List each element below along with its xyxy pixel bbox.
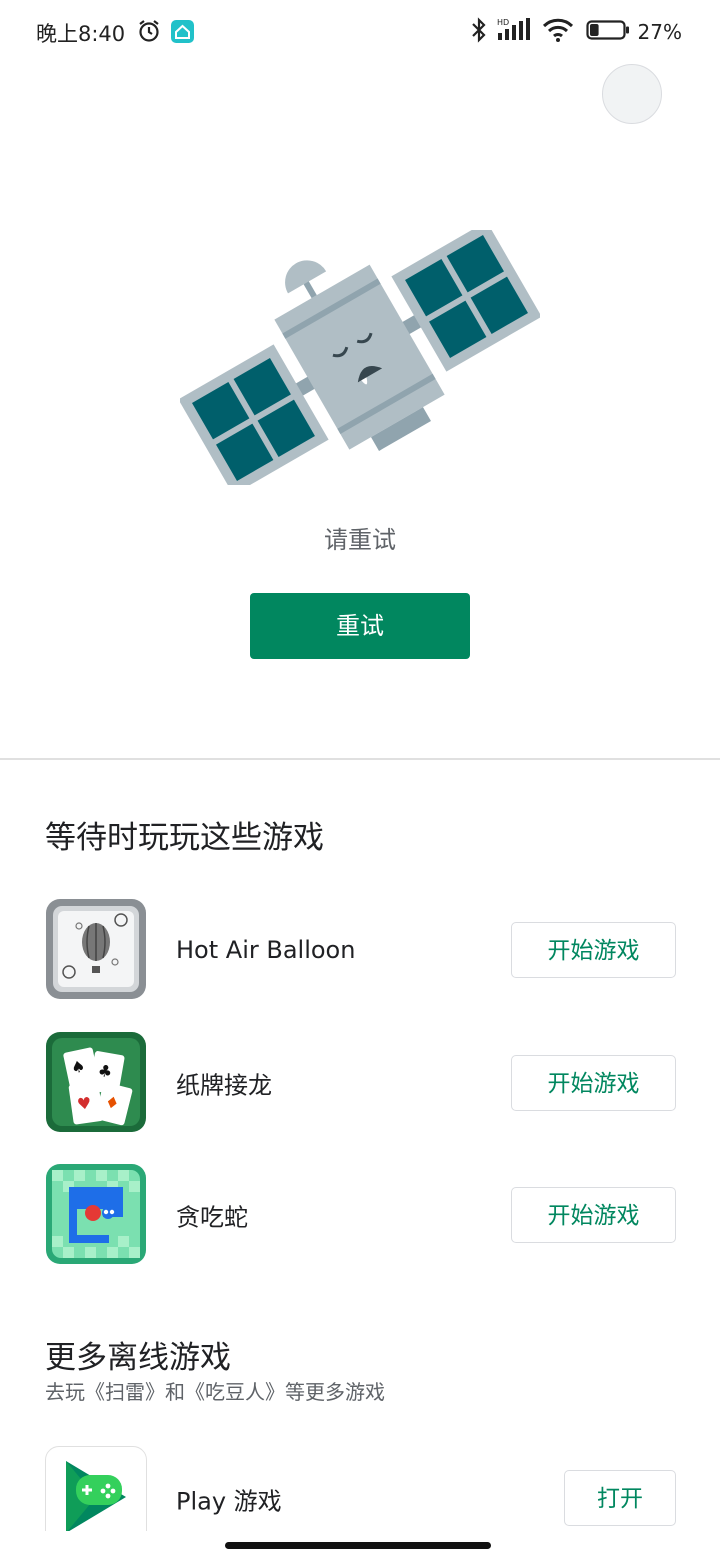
battery-percent: 27% [637, 20, 682, 44]
bluetooth-icon [470, 17, 488, 47]
open-button[interactable]: 打开 [564, 1470, 676, 1526]
svg-text:HD: HD [497, 18, 509, 27]
start-game-button[interactable]: 开始游戏 [511, 1187, 676, 1243]
more-games-subtitle: 去玩《扫雷》和《吃豆人》等更多游戏 [45, 1380, 385, 1404]
hot-air-balloon-icon[interactable] [45, 898, 147, 1000]
status-time: 晚上8:40 [36, 22, 126, 46]
game-row-hot-air-balloon: Hot Air Balloon 开始游戏 [0, 898, 720, 1002]
game-row-snake: 贪吃蛇 开始游戏 [0, 1163, 720, 1267]
error-message: 请重试 [324, 526, 396, 554]
start-game-button[interactable]: 开始游戏 [511, 922, 676, 978]
home-indicator[interactable] [225, 1542, 491, 1549]
section-divider [0, 758, 720, 760]
game-row-solitaire: ♠ ♣ ♥ ♦ 纸牌接龙 开始游戏 [0, 1031, 720, 1135]
wifi-icon [542, 17, 574, 47]
alarm-icon [137, 19, 161, 47]
hd-signal-icon: HD [496, 17, 532, 47]
start-game-button[interactable]: 开始游戏 [511, 1055, 676, 1111]
game-name: 贪吃蛇 [176, 1203, 248, 1232]
account-avatar[interactable] [602, 64, 662, 124]
satellite-illustration [178, 221, 542, 495]
more-games-title: 更多离线游戏 [45, 1340, 231, 1376]
snake-icon[interactable] [45, 1163, 147, 1265]
status-bar: 晚上8:40 HD 27% [0, 0, 720, 64]
play-games-name: Play 游戏 [176, 1487, 282, 1516]
game-name: Hot Air Balloon [176, 936, 356, 964]
solitaire-icon[interactable]: ♠ ♣ ♥ ♦ [45, 1031, 147, 1133]
games-section-title: 等待时玩玩这些游戏 [45, 820, 324, 856]
play-games-row: Play 游戏 打开 [0, 1446, 720, 1531]
battery-icon [585, 19, 630, 45]
home-app-icon [171, 20, 194, 43]
play-games-icon[interactable] [45, 1446, 147, 1531]
svg-text:♥: ♥ [76, 1093, 93, 1114]
retry-button[interactable]: 重试 [250, 593, 470, 659]
game-name: 纸牌接龙 [176, 1071, 272, 1100]
